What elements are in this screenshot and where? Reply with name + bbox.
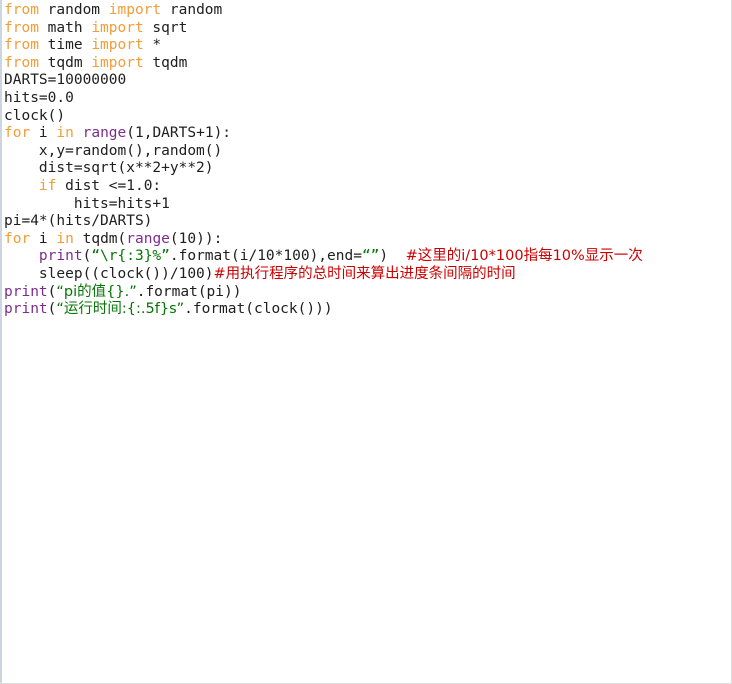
code-line: from time import * [4, 37, 731, 55]
code-token-kw: from [4, 37, 39, 54]
code-token-plain: math [38, 19, 92, 36]
code-token-plain: clock() [4, 107, 66, 124]
code-token-plain: .format(i/10*100),end= [169, 248, 362, 265]
code-token-kw: from [4, 54, 39, 71]
code-token-plain: hits=hits+1 [4, 195, 170, 212]
code-token-com: #这里的i/10*100指每10%显示一次 [405, 248, 643, 265]
code-token-plain: ( [82, 248, 92, 265]
code-token-plain: sqrt [143, 19, 188, 36]
code-line: x,y=random(),random() [4, 143, 731, 161]
code-line: pi=4*(hits/DARTS) [4, 213, 731, 231]
code-token-plain: .format(pi)) [136, 283, 242, 300]
code-token-plain: tqdm( [73, 230, 127, 247]
code-token-bfn: range [82, 125, 127, 142]
code-token-plain: tqdm [38, 54, 92, 71]
code-token-plain: random [161, 2, 223, 18]
code-token-plain: hits=0.0 [4, 89, 74, 106]
code-token-kw: import [91, 19, 144, 36]
code-listing[interactable]: from random import random from math impor… [4, 2, 731, 319]
code-line: from random import random [4, 2, 731, 20]
code-token-plain: (1,DARTS+1): [126, 125, 232, 142]
code-token-plain: dist=sqrt(x**2+y**2) [4, 160, 214, 177]
code-token-kw: for [4, 230, 31, 247]
code-token-str: “运行时间:{:.5f}s” [56, 301, 185, 318]
code-document-page: from random import random from math impor… [0, 0, 732, 684]
code-line: sleep((clock())/100)#用执行程序的总时间来算出进度条间隔的时… [4, 266, 731, 284]
code-token-plain: time [38, 37, 92, 54]
code-token-kw: in [56, 125, 74, 142]
code-token-bfn: print [4, 301, 48, 318]
code-token-plain: i [30, 125, 57, 142]
code-line: print(“运行时间:{:.5f}s”.format(clock())) [4, 301, 731, 319]
code-token-bfn: print [38, 248, 83, 265]
code-token-kw: from [4, 2, 39, 18]
gutter-rule [0, 0, 2, 683]
code-token-kw: if [38, 177, 57, 194]
code-token-plain: random [38, 2, 109, 18]
code-line: print(“\r{:3}%”.format(i/10*100),end=“”)… [4, 248, 731, 266]
code-token-str: “” [361, 248, 380, 265]
code-line: hits=0.0 [4, 90, 731, 108]
code-token-kw: from [4, 19, 39, 36]
code-token-str: “pi的值{}.” [56, 283, 137, 300]
code-token-plain: (10)): [169, 230, 223, 247]
code-line: dist=sqrt(x**2+y**2) [4, 160, 731, 178]
code-token-plain: dist <=1.0: [56, 177, 162, 194]
code-line: from math import sqrt [4, 20, 731, 38]
code-token-plain: ) [379, 248, 406, 265]
code-token-plain: i [30, 230, 57, 247]
code-token-plain: .format(clock())) [184, 301, 333, 318]
code-token-kw: for [4, 125, 31, 142]
code-line: print(“pi的值{}.”.format(pi)) [4, 284, 731, 302]
code-token-plain: x,y=random(),random() [4, 142, 223, 159]
code-token-bfn: print [4, 283, 48, 300]
code-token-kw: import [91, 54, 144, 71]
code-token-kw: in [56, 230, 74, 247]
code-token-kw: import [91, 37, 144, 54]
code-line: for i in range(1,DARTS+1): [4, 125, 731, 143]
code-line: for i in tqdm(range(10)): [4, 231, 731, 249]
code-token-bfn: range [126, 230, 170, 247]
code-token-com: #用执行程序的总时间来算出进度条间隔的时间 [213, 265, 516, 282]
code-line: hits=hits+1 [4, 196, 731, 214]
code-token-plain: DARTS=10000000 [4, 72, 127, 89]
code-line: clock() [4, 108, 731, 126]
code-token-plain: * [143, 37, 162, 54]
code-token-plain: tqdm [143, 54, 188, 71]
code-line: from tqdm import tqdm [4, 55, 731, 73]
code-line: DARTS=10000000 [4, 72, 731, 90]
code-line: if dist <=1.0: [4, 178, 731, 196]
code-token-plain: pi=4*(hits/DARTS) [4, 213, 153, 230]
code-token-plain: sleep((clock())/100) [4, 265, 214, 282]
code-token-kw: import [108, 2, 162, 18]
code-token-str: “\r{:3}%” [91, 248, 170, 265]
